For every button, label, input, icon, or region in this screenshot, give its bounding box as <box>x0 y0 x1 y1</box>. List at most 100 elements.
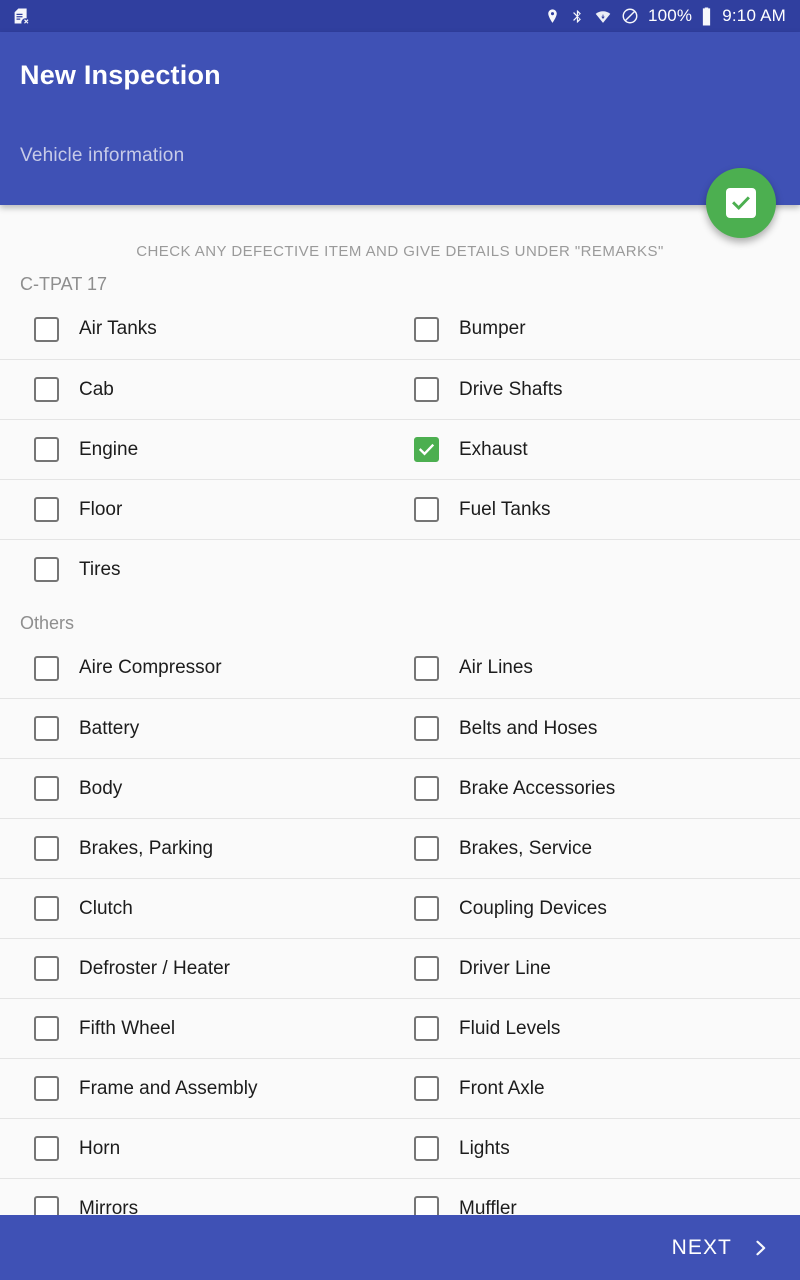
checklist-item[interactable]: Floor <box>0 480 400 539</box>
checklist-item[interactable]: Brakes, Parking <box>0 819 400 878</box>
checklist-item[interactable]: Frame and Assembly <box>0 1059 400 1118</box>
checklist-item-label: Tires <box>79 558 121 580</box>
checkbox-unchecked-icon[interactable] <box>414 316 439 342</box>
checkbox-unchecked-icon[interactable] <box>34 836 59 861</box>
checklist-row: Floor Fuel Tanks <box>0 479 800 539</box>
checklist-item[interactable]: Belts and Hoses <box>400 699 800 758</box>
app-bar: New Inspection Vehicle information <box>0 32 800 205</box>
checklist-item-label: Bumper <box>459 318 526 339</box>
checklist-item[interactable]: Fifth Wheel <box>0 999 400 1058</box>
next-button-label: NEXT <box>671 1235 732 1259</box>
checklist-item-label: Brakes, Service <box>459 837 593 859</box>
checklist-item-label: Mirrors <box>79 1197 139 1216</box>
checkbox-unchecked-icon[interactable] <box>414 716 439 741</box>
checklist-item[interactable]: Engine <box>0 420 400 479</box>
checkbox-checked-icon[interactable] <box>414 437 439 462</box>
checkbox-unchecked-icon[interactable] <box>34 716 59 741</box>
checklist-item[interactable]: Exhaust <box>400 420 800 479</box>
bottom-navigation-bar: NEXT <box>0 1215 800 1280</box>
checkbox-unchecked-icon[interactable] <box>414 896 439 921</box>
checklist-item[interactable]: Drive Shafts <box>400 360 800 419</box>
checkbox-unchecked-icon[interactable] <box>34 316 59 342</box>
checklist-row: Aire Compressor Air Lines <box>0 638 800 698</box>
checkbox-unchecked-icon[interactable] <box>34 1016 59 1041</box>
checkbox-unchecked-icon[interactable] <box>34 1076 59 1101</box>
checklist-item-label: Muffler <box>459 1197 517 1216</box>
checklist-item[interactable]: Defroster / Heater <box>0 939 400 998</box>
checklist-section-label: Others <box>20 613 75 633</box>
checkbox-unchecked-icon[interactable] <box>34 896 59 921</box>
checkbox-unchecked-icon[interactable] <box>34 437 59 462</box>
do-not-disturb-icon <box>621 7 639 25</box>
checklist-item-label: Air Lines <box>459 657 533 678</box>
sim-card-missing-icon <box>12 7 30 25</box>
status-bar: 100% 9:10 AM <box>0 0 800 32</box>
checkbox-unchecked-icon[interactable] <box>414 956 439 981</box>
checklist-row: Mirrors Muffler <box>0 1178 800 1215</box>
checklist-row: Frame and Assembly Front Axle <box>0 1058 800 1118</box>
checkbox-unchecked-icon[interactable] <box>414 377 439 402</box>
checkbox-unchecked-icon[interactable] <box>414 655 439 681</box>
checkbox-unchecked-icon[interactable] <box>34 776 59 801</box>
checkbox-unchecked-icon[interactable] <box>34 557 59 582</box>
checklist-item-label: Aire Compressor <box>79 657 222 678</box>
checkbox-unchecked-icon[interactable] <box>34 377 59 402</box>
checklist-item[interactable]: Aire Compressor <box>0 638 400 698</box>
checklist-item[interactable]: Muffler <box>400 1179 800 1215</box>
checklist-item[interactable]: Air Tanks <box>0 299 400 359</box>
app-root: 100% 9:10 AM New Inspection Vehicle info… <box>0 0 800 1280</box>
status-bar-left <box>12 7 30 25</box>
page-title: New Inspection <box>20 60 221 90</box>
checklist-item[interactable]: Fluid Levels <box>400 999 800 1058</box>
checklist-item[interactable]: Bumper <box>400 299 800 359</box>
battery-full-icon <box>701 7 712 26</box>
checklist-item-label: Frame and Assembly <box>79 1077 258 1099</box>
checkbox-unchecked-icon[interactable] <box>414 1136 439 1161</box>
inspection-checklist-scroll[interactable]: CHECK ANY DEFECTIVE ITEM AND GIVE DETAIL… <box>0 205 800 1215</box>
checkbox-unchecked-icon[interactable] <box>34 655 59 681</box>
checklist-row: Body Brake Accessories <box>0 758 800 818</box>
checklist-item[interactable]: Lights <box>400 1119 800 1178</box>
checklist-item-label: Defroster / Heater <box>79 957 230 979</box>
checkbox-unchecked-icon[interactable] <box>34 1136 59 1161</box>
checklist-item-label: Horn <box>79 1137 121 1159</box>
checklist-item-label: Brakes, Parking <box>79 837 214 859</box>
checklist-item[interactable]: Air Lines <box>400 638 800 698</box>
confirm-fab-button[interactable] <box>706 168 776 238</box>
checklist-item[interactable]: Battery <box>0 699 400 758</box>
checklist-item-label: Belts and Hoses <box>459 717 598 739</box>
checklist-item-label: Fluid Levels <box>459 1017 561 1039</box>
checklist-item[interactable]: Fuel Tanks <box>400 480 800 539</box>
checkbox-unchecked-icon[interactable] <box>34 1196 59 1215</box>
checkbox-unchecked-icon[interactable] <box>414 1196 439 1215</box>
checklist-item[interactable]: Cab <box>0 360 400 419</box>
checkbox-unchecked-icon[interactable] <box>414 1016 439 1041</box>
checklist-item[interactable]: Mirrors <box>0 1179 400 1215</box>
checkbox-unchecked-icon[interactable] <box>34 497 59 522</box>
checklist-item-label: Driver Line <box>459 957 551 979</box>
checklist-section-label: C-TPAT 17 <box>20 274 108 294</box>
checklist-item[interactable]: Clutch <box>0 879 400 938</box>
checkbox-unchecked-icon[interactable] <box>414 1076 439 1101</box>
checklist-item[interactable]: Brake Accessories <box>400 759 800 818</box>
checkbox-unchecked-icon[interactable] <box>414 497 439 522</box>
checkbox-unchecked-icon[interactable] <box>414 776 439 801</box>
checklist-item-label: Engine <box>79 438 139 460</box>
battery-percentage: 100% <box>647 6 693 25</box>
checklist-item[interactable]: Driver Line <box>400 939 800 998</box>
checkbox-unchecked-icon[interactable] <box>34 956 59 981</box>
checklist-item-empty <box>400 540 800 599</box>
checkbox-unchecked-icon[interactable] <box>414 836 439 861</box>
checklist-item[interactable]: Horn <box>0 1119 400 1178</box>
checklist-row: Cab Drive Shafts <box>0 359 800 419</box>
checklist-item-label: Fifth Wheel <box>79 1017 176 1039</box>
checklist-item[interactable]: Tires <box>0 540 400 599</box>
checklist-row: Clutch Coupling Devices <box>0 878 800 938</box>
checklist-item[interactable]: Front Axle <box>400 1059 800 1118</box>
checklist-item[interactable]: Coupling Devices <box>400 879 800 938</box>
checklist-item-label: Floor <box>79 498 123 520</box>
checklist-item[interactable]: Brakes, Service <box>400 819 800 878</box>
checklist-item[interactable]: Body <box>0 759 400 818</box>
next-button[interactable]: NEXT <box>666 1228 776 1268</box>
checklist-row: Air Tanks Bumper <box>0 299 800 359</box>
